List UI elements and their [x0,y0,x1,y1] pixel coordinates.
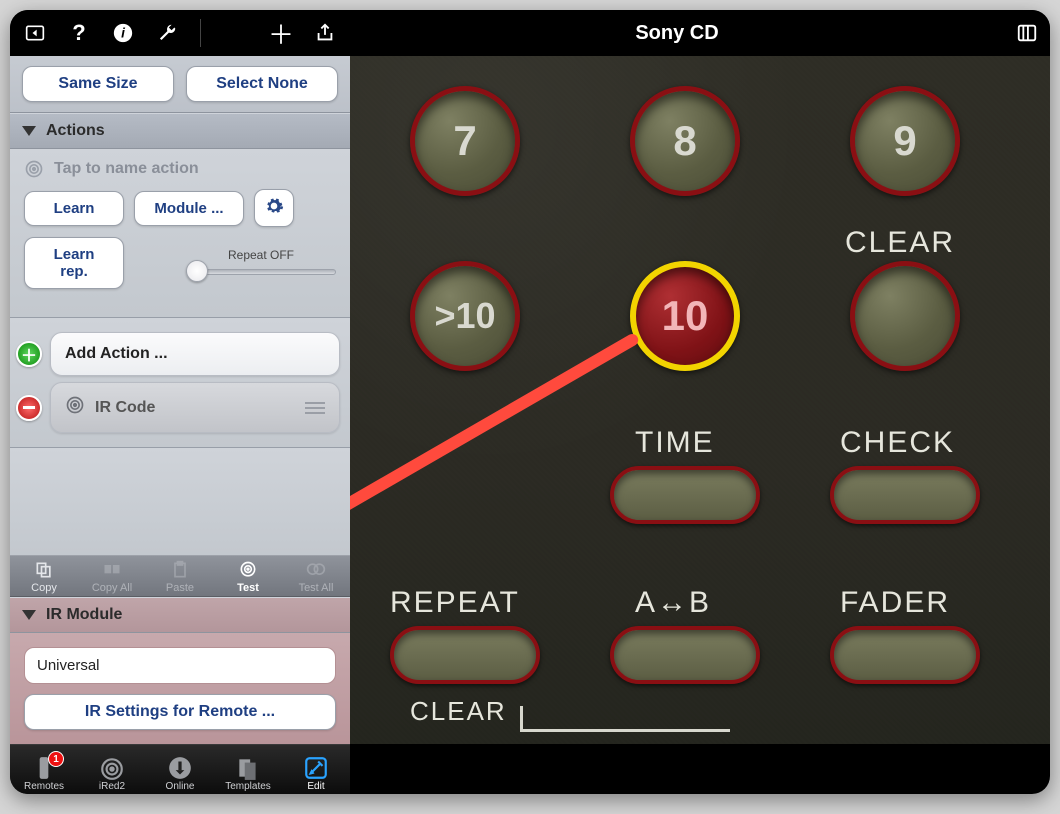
test-icon [237,560,259,580]
action-settings-button[interactable] [254,189,294,227]
ir-module-section-header[interactable]: IR Module [10,597,350,633]
tab-edit[interactable]: Edit [286,751,346,792]
same-size-button[interactable]: Same Size [22,66,174,102]
gear-icon [264,196,284,220]
separator [200,19,201,47]
remote-label-repeat: REPEAT [390,586,520,620]
remote-button-10-selected[interactable]: 10 [630,261,740,371]
mini-copy[interactable]: Copy [14,560,74,594]
repeat-slider[interactable] [186,264,336,278]
ir-settings-button[interactable]: IR Settings for Remote ... [24,694,336,730]
panel-collapse-icon[interactable] [22,20,48,46]
tab-templates[interactable]: Templates [218,751,278,792]
ir-code-cell[interactable]: IR Code [50,382,340,433]
repeat-label: Repeat OFF [228,248,294,262]
ir-module-name-field[interactable] [24,647,336,684]
remote-button-gt10[interactable]: >10 [410,261,520,371]
target-icon [24,159,44,179]
tab-ired2[interactable]: iRed2 [82,751,142,792]
remote-button-ab[interactable] [610,626,760,684]
copy-all-icon [101,560,123,580]
disclosure-triangle-icon [22,126,36,136]
remote-label-time: TIME [635,426,715,460]
remote-button-fader[interactable] [830,626,980,684]
mini-test[interactable]: Test [218,560,278,594]
remote-button-check[interactable] [830,466,980,524]
page-title: Sony CD [635,22,718,45]
remote-button-time[interactable] [610,466,760,524]
remote-button-7[interactable]: 7 [410,86,520,196]
share-icon[interactable] [312,20,338,46]
remove-badge-icon[interactable] [16,395,42,421]
online-icon [166,755,194,781]
remote-label-clear: CLEAR [845,226,955,260]
add-action-label: Add Action ... [65,345,168,363]
remote-label-clear2: CLEAR [410,696,507,727]
ired2-icon [98,755,126,781]
remotes-badge: 1 [48,751,64,767]
library-icon[interactable] [1014,20,1040,46]
select-none-button[interactable]: Select None [186,66,338,102]
learn-button[interactable]: Learn [24,191,124,226]
remote-label-ab: A↔B [635,586,711,620]
reorder-grip-icon[interactable] [305,402,325,414]
test-all-icon [305,560,327,580]
help-icon[interactable]: ? [66,20,92,46]
add-badge-icon[interactable]: ＋ [16,341,42,367]
ir-module-section-title: IR Module [46,606,122,624]
tab-online[interactable]: Online [150,751,210,792]
tab-remotes[interactable]: 1 Remotes [14,751,74,792]
target-icon [65,395,85,420]
paste-icon [169,560,191,580]
remote-button-repeat[interactable] [390,626,540,684]
remote-button-9[interactable]: 9 [850,86,960,196]
action-name-hint[interactable]: Tap to name action [54,160,199,178]
info-icon[interactable]: i [110,20,136,46]
mini-test-all: Test All [286,560,346,594]
remote-button-clear[interactable] [850,261,960,371]
actions-section-title: Actions [46,122,105,140]
edit-icon [302,755,330,781]
wrench-icon[interactable] [154,20,180,46]
add-action-cell[interactable]: Add Action ... [50,332,340,376]
module-button[interactable]: Module ... [134,191,244,226]
remotes-icon: 1 [30,755,58,781]
remote-label-fader: FADER [840,586,950,620]
mini-paste: Paste [150,560,210,594]
ir-code-label: IR Code [95,399,155,417]
remote-label-check: CHECK [840,426,955,460]
clear-bracket-line [520,706,730,732]
learn-rep-button[interactable]: Learn rep. [24,237,124,289]
copy-icon [33,560,55,580]
disclosure-triangle-icon [22,610,36,620]
templates-icon [234,755,262,781]
actions-section-header[interactable]: Actions [10,113,350,149]
remote-button-8[interactable]: 8 [630,86,740,196]
add-icon[interactable]: ＋ [268,20,294,46]
mini-copy-all: Copy All [82,560,142,594]
